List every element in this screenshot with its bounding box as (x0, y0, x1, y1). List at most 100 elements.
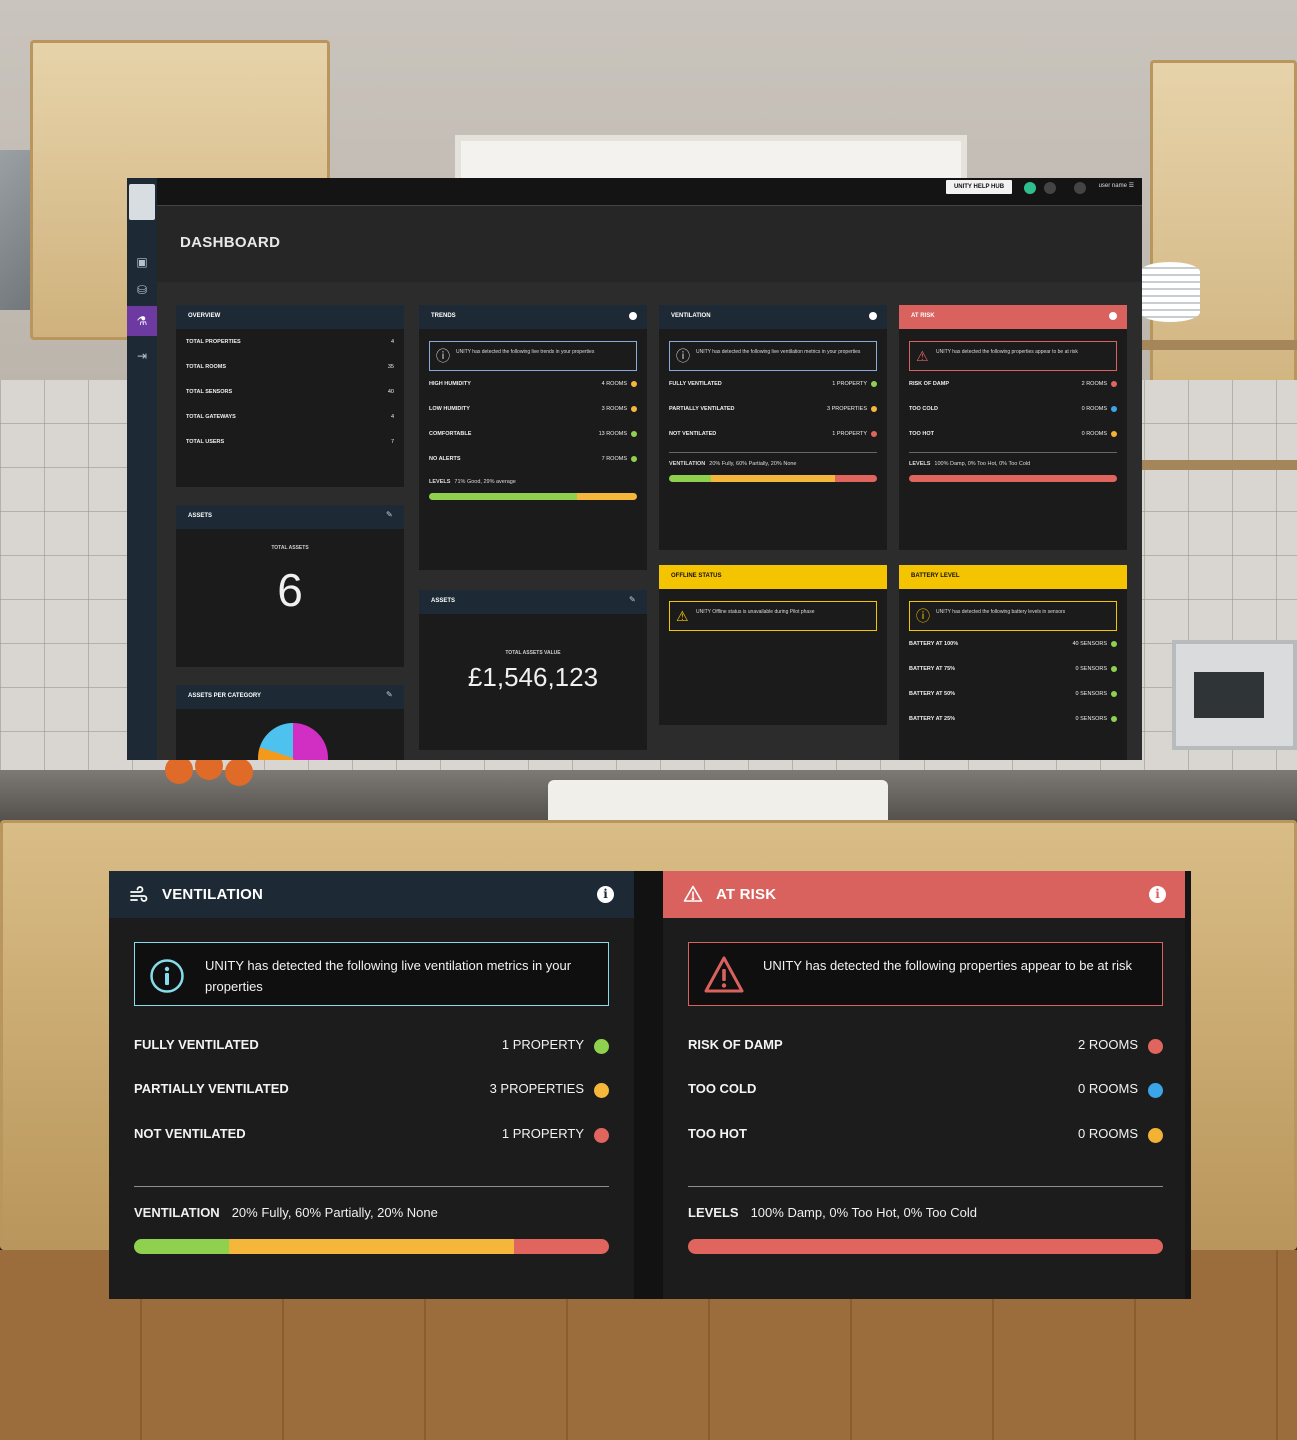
metric-label: FULLY VENTILATED (134, 1037, 259, 1052)
status-dot-icon (1148, 1128, 1163, 1143)
battery-level-list: BATTERY AT 100% 40 SENSORS BATTERY AT 75% 0… (899, 631, 1127, 731)
info-icon[interactable] (869, 312, 877, 320)
metric-value: 2 ROOMS (1081, 381, 1107, 387)
edit-icon[interactable]: ✎ (386, 690, 394, 699)
logout-icon[interactable]: ⇥ (134, 348, 150, 364)
ventilation-header: VENTILATION i (109, 871, 634, 918)
info-icon[interactable] (629, 312, 637, 320)
status-dot-icon (1148, 1083, 1163, 1098)
trends-header: TRENDS (419, 305, 647, 329)
info-icon[interactable]: i (597, 886, 614, 903)
metric-label: TOTAL PROPERTIES (186, 339, 241, 345)
trends-card: TRENDS ⓘ UNITY has detected the following… (419, 305, 647, 570)
metric-row: TOO COLD 0 ROOMS (899, 396, 1127, 421)
user-name: user name (1098, 183, 1127, 189)
at-risk-levels: LEVELS 100% Damp, 0% Too Hot, 0% Too Cold (688, 1205, 1163, 1220)
user-menu[interactable]: user name ☰ (1099, 182, 1134, 189)
ventilation-note: UNITY has detected the following live ve… (134, 942, 609, 1006)
ventilation-mini-levels: VENTILATION 20% Fully, 60% Partially, 20%… (659, 453, 887, 467)
ventilation-levels-bar (134, 1239, 609, 1254)
metric-row: TOTAL ROOMS 35 (176, 354, 404, 379)
warning-triangle-icon (704, 956, 744, 993)
metric-row: NOT VENTILATED 1 PROPERTY (659, 421, 887, 446)
trends-note-text: UNITY has detected the following live tr… (456, 349, 595, 355)
avatar[interactable] (1074, 182, 1086, 194)
ventilation-mini-list: FULLY VENTILATED 1 PROPERTY PARTIALLY VENT… (659, 371, 887, 446)
metric-label: TOO HOT (688, 1126, 747, 1141)
info-icon: ⓘ (676, 348, 690, 364)
info-icon[interactable]: i (1149, 886, 1166, 903)
ventilation-mini-note-text: UNITY has detected the following live ve… (696, 349, 861, 355)
metric-value: 3 PROPERTIES (489, 1081, 584, 1096)
warning-icon: ⚠ (916, 348, 929, 364)
battery-level-card: BATTERY LEVEL ⓘ UNITY has detected the fo… (899, 565, 1127, 760)
category-pie-chart[interactable] (258, 723, 328, 760)
trends-levels-bar (429, 493, 637, 500)
status-dot-icon (871, 381, 877, 387)
database-icon[interactable]: ⛁ (134, 282, 150, 298)
at-risk-title: AT RISK (716, 886, 777, 903)
assets-value-title: ASSETS (431, 598, 456, 604)
metric-row: TOO HOT 0 ROOMS (688, 1126, 1163, 1146)
metric-row: RISK OF DAMP 2 ROOMS (688, 1037, 1163, 1057)
info-circle-icon (150, 959, 184, 993)
overview-header: OVERVIEW (176, 305, 404, 329)
ventilation-mini-bar (669, 475, 877, 482)
status-dot-icon (631, 381, 637, 387)
app-logo[interactable] (129, 184, 155, 220)
ventilation-levels-text: 20% Fully, 60% Partially, 20% None (231, 1205, 438, 1220)
at-risk-mini-note-text: UNITY has detected the following propert… (936, 349, 1078, 355)
wind-icon (130, 886, 148, 902)
at-risk-mini-title: AT RISK (911, 313, 935, 319)
at-risk-mini-list: RISK OF DAMP 2 ROOMS TOO COLD 0 ROOMS TOO HO… (899, 371, 1127, 446)
edit-icon[interactable]: ✎ (386, 510, 394, 519)
assets-per-category-card: ASSETS PER CATEGORY ✎ (176, 685, 404, 760)
metric-row: HIGH HUMIDITY 4 ROOMS (419, 371, 647, 396)
trends-levels: LEVELS 71% Good, 29% average (419, 471, 647, 485)
status-dot-icon (631, 456, 637, 462)
at-risk-levels-bar (688, 1239, 1163, 1254)
flask-icon[interactable]: ⚗ (127, 306, 157, 336)
divider (134, 1186, 609, 1187)
at-risk-mini-note: ⚠ UNITY has detected the following proper… (909, 341, 1117, 371)
search-icon[interactable] (1044, 182, 1056, 194)
metric-value: 40 SENSORS (1072, 641, 1107, 647)
metric-value: 0 ROOMS (1078, 1081, 1138, 1096)
stacked-plates (1140, 262, 1200, 322)
top-bar: UNITY HELP HUB user name ☰ (157, 178, 1142, 206)
metric-row: FULLY VENTILATED 1 PROPERTY (659, 371, 887, 396)
ventilation-card: VENTILATION i UNITY has detected the fol… (109, 871, 634, 1299)
battery-level-title: BATTERY LEVEL (911, 573, 960, 579)
ventilation-title: VENTILATION (162, 886, 264, 903)
help-hub-button[interactable]: UNITY HELP HUB (946, 180, 1012, 194)
status-icon[interactable] (1024, 182, 1036, 194)
metric-value: 3 PROPERTIES (827, 406, 867, 412)
metric-row: RISK OF DAMP 2 ROOMS (899, 371, 1127, 396)
at-risk-mini-levels: LEVELS 100% Damp, 0% Too Hot, 0% Too Cold (899, 453, 1127, 467)
status-dot-icon (1111, 691, 1117, 697)
edit-icon[interactable]: ✎ (629, 595, 637, 604)
overview-card: OVERVIEW TOTAL PROPERTIES 4 TOTAL ROOMS 35 T… (176, 305, 404, 487)
status-dot-icon (631, 406, 637, 412)
metric-value: 0 SENSORS (1075, 691, 1107, 697)
dashboard-screenshot: ▣ ⛁ ⚗ ⇥ UNITY HELP HUB user name ☰ DASHB… (127, 178, 1142, 760)
ventilation-mini-levels-text: 20% Fully, 60% Partially, 20% None (709, 461, 797, 467)
trends-note: ⓘ UNITY has detected the following live t… (429, 341, 637, 371)
bar-segment (229, 1239, 514, 1254)
metric-label: TOTAL GATEWAYS (186, 414, 236, 420)
at-risk-note: UNITY has detected the following propert… (688, 942, 1163, 1006)
status-dot-icon (1148, 1039, 1163, 1054)
home-icon[interactable]: ▣ (134, 254, 150, 270)
metric-label: TOTAL SENSORS (186, 389, 233, 395)
status-dot-icon (594, 1039, 609, 1054)
total-assets-value-label: TOTAL ASSETS VALUE (505, 650, 561, 656)
status-dot-icon (1111, 666, 1117, 672)
at-risk-mini-bar (909, 475, 1117, 482)
metric-label: COMFORTABLE (429, 431, 472, 437)
info-icon[interactable] (1109, 312, 1117, 320)
bar-segment (688, 1239, 1163, 1254)
battery-level-note: ⓘ UNITY has detected the following batter… (909, 601, 1117, 631)
battery-level-note-text: UNITY has detected the following battery… (936, 609, 1066, 615)
warning-icon (683, 885, 703, 902)
total-assets-label: TOTAL ASSETS (271, 545, 309, 551)
